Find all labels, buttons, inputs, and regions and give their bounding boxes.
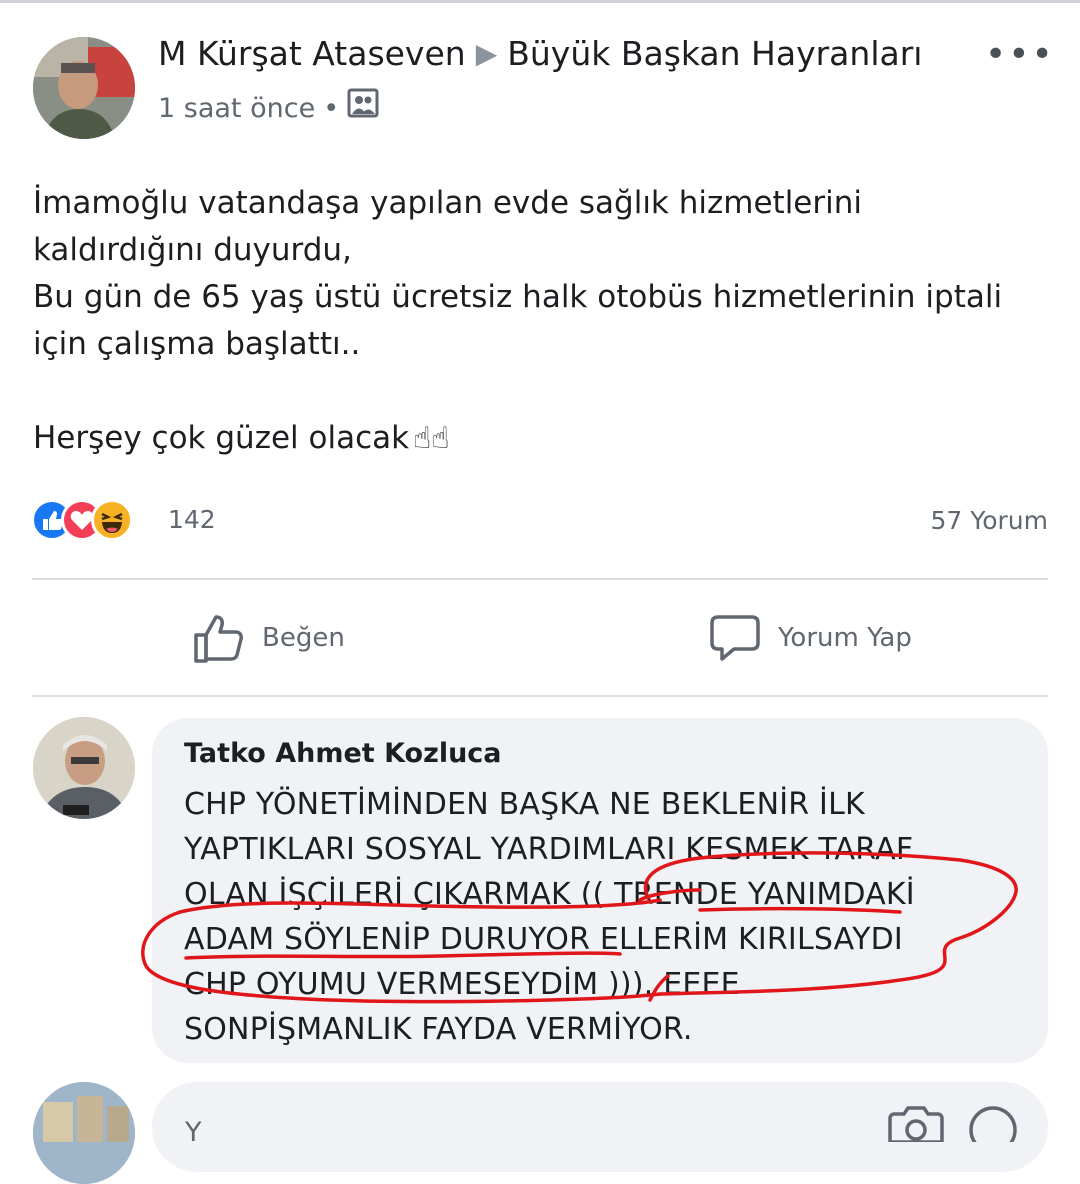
meta-dot: • [323,93,340,124]
post-text-line: kaldırdığını duyurdu, [33,232,352,268]
group-name[interactable]: Büyük Başkan Hayranları [507,34,922,73]
emoji-icon[interactable] [968,1102,1018,1154]
author-avatar[interactable] [33,37,135,139]
comment-bubble-icon [710,615,760,661]
comment-line: CHP YÖNETİMİNDEN BAŞKA NE BEKLENİR İLK [184,787,865,822]
separator-arrow-icon: ▶ [475,37,498,70]
comment-count[interactable]: 57 Yorum [931,506,1048,535]
post-text-line: İmamoğlu vatandaşa yapılan evde sağlık h… [33,185,862,221]
like-button[interactable]: Beğen [192,608,345,668]
post-timestamp[interactable]: 1 saat önce [158,93,315,124]
pointing-up-emoji: ☝☝ [413,421,450,456]
post-text-line: Bu gün de 65 yaş üstü ücretsiz halk otob… [33,279,1003,315]
post-text-line: Herşey çok güzel olacak ☝☝ [33,415,1053,462]
camera-icon[interactable] [888,1102,944,1146]
more-options-button[interactable]: ••• [985,37,1055,73]
reaction-count: 142 [168,505,216,534]
comment-line: SONPİŞMANLIK FAYDA VERMİYOR. [184,1012,693,1047]
post-meta: 1 saat önce • [158,88,379,128]
post-text: İmamoğlu vatandaşa yapılan evde sağlık h… [33,180,1053,462]
post-header: M Kürşat Ataseven ▶ Büyük Başkan Hayranlar… [158,34,922,73]
commenter-avatar[interactable] [33,717,135,819]
post-text-closing: Herşey çok güzel olacak [33,420,410,456]
comment-line: YAPTIKLARI SOSYAL YARDIMLARI KESMEK TARA… [184,832,914,867]
haha-icon [91,499,133,541]
reply-placeholder: Y [185,1117,202,1148]
own-avatar [33,1082,135,1184]
comment-author[interactable]: Tatko Ahmet Kozluca [184,738,502,769]
divider [32,578,1048,580]
comment-button[interactable]: Yorum Yap [708,608,912,668]
author-name[interactable]: M Kürşat Ataseven [158,34,466,73]
comment-label: Yorum Yap [778,623,912,653]
post-text-line: için çalışma başlattı.. [33,326,361,362]
divider [32,695,1048,697]
top-border [0,0,1080,3]
like-label: Beğen [262,623,345,653]
comment-text: CHP YÖNETİMİNDEN BAŞKA NE BEKLENİR İLK Y… [184,782,1034,1052]
comment-line: OLAN İŞÇİLERİ ÇIKARMAK (( TRENDE YANIMDA… [184,877,915,912]
thumbs-up-icon [194,615,243,663]
comment-line: CHP OYUMU VERMESEYDİM ))). EEEE [184,967,740,1002]
comment-line: ADAM SÖYLENİP DURUYOR ELLERİM KIRILSAYDI [184,922,903,957]
group-privacy-icon [347,88,379,125]
